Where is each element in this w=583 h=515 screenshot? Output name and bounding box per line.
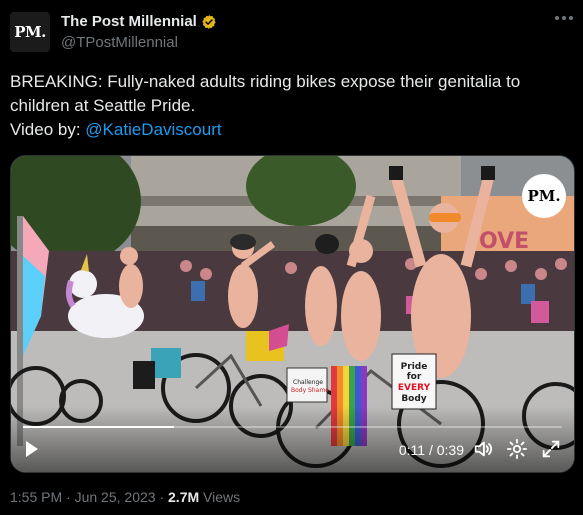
avatar[interactable]: PM.: [10, 12, 50, 52]
svg-text:for: for: [407, 372, 422, 382]
progress-fill: [23, 426, 174, 428]
credit-mention-link[interactable]: @KatieDaviscourt: [85, 120, 221, 139]
video-player[interactable]: OVE Challenge Body Shame Pride for EVERY…: [10, 155, 575, 473]
video-credit-prefix: Video by:: [10, 120, 86, 139]
progress-bar[interactable]: [23, 426, 562, 428]
views-label: Views: [199, 489, 241, 505]
video-controls: 0:11 / 0:39: [11, 426, 574, 472]
tweet-text-line-1: BREAKING: Fully-naked adults riding bike…: [10, 72, 521, 91]
tweet-meta: 1:55 PM · Jun 25, 2023 · 2.7M Views: [10, 489, 240, 505]
svg-text:Body: Body: [401, 394, 426, 404]
tweet-date[interactable]: Jun 25, 2023: [75, 489, 156, 505]
tweet-time[interactable]: 1:55 PM: [10, 489, 62, 505]
handle[interactable]: @TPostMillennial: [61, 34, 178, 51]
svg-text:Body Shame: Body Shame: [291, 387, 329, 394]
video-time: 0:11 / 0:39: [398, 442, 464, 458]
views-count: 2.7M: [168, 489, 200, 505]
svg-text:EVERY: EVERY: [398, 383, 431, 393]
svg-text:Challenge: Challenge: [293, 379, 323, 386]
volume-icon[interactable]: [472, 438, 494, 460]
meta-separator: ·: [62, 489, 75, 505]
verified-badge-icon: [202, 14, 216, 29]
name-row: The Post Millennial: [61, 13, 217, 30]
svg-text:Pride: Pride: [401, 362, 428, 372]
more-options-icon[interactable]: [555, 16, 573, 20]
video-credit: Video by: @KatieDaviscourt: [10, 118, 570, 142]
tweet-text: BREAKING: Fully-naked adults riding bike…: [10, 70, 570, 142]
watermark-logo: PM.: [522, 174, 566, 218]
svg-text:OVE: OVE: [479, 229, 529, 254]
settings-gear-icon[interactable]: [506, 438, 528, 460]
tweet-text-line-2: children at Seattle Pride.: [10, 96, 196, 115]
display-name[interactable]: The Post Millennial: [61, 13, 197, 30]
tweet-header: PM. The Post Millennial @TPostMillennial: [10, 10, 573, 54]
fullscreen-icon[interactable]: [540, 438, 562, 460]
meta-separator: ·: [155, 489, 169, 505]
play-icon[interactable]: [25, 440, 39, 458]
